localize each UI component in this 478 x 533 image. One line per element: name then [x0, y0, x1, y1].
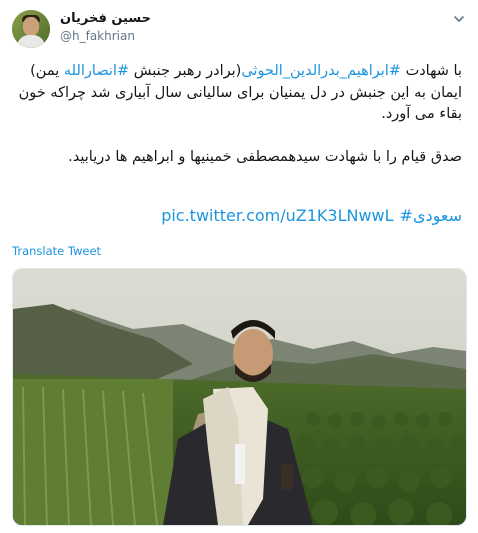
photo-image: [13, 269, 466, 525]
tweet-photo[interactable]: [12, 268, 467, 526]
chevron-down-icon[interactable]: [452, 12, 466, 26]
media-link[interactable]: pic.twitter.com/uZ1K3LNwwL: [161, 206, 393, 225]
hashtag-link[interactable]: #ابراهیم_بدرالدین_الحوثی: [241, 63, 401, 79]
tweet-text-segment: (برادر رهبر جنبش: [129, 63, 242, 79]
translate-tweet-link[interactable]: Translate Tweet: [12, 244, 101, 258]
tweet-text: با شهادت #ابراهیم_بدرالدین_الحوثی(برادر …: [14, 61, 462, 168]
hashtag-link[interactable]: #انصارالله: [64, 63, 129, 79]
author-handle[interactable]: @h_fakhrian: [60, 29, 135, 43]
tweet-card: حسین فخریان @h_fakhrian با شهادت #ابراهی…: [0, 0, 478, 533]
tweet-paragraph: صدق قیام را با شهادت سیدهمصطفی خمینیها و…: [68, 148, 462, 165]
author-name[interactable]: حسین فخریان: [60, 11, 151, 26]
hashtag-link[interactable]: #سعودی: [400, 206, 462, 225]
tweet-text-segment: با شهادت: [400, 63, 462, 79]
avatar[interactable]: [12, 10, 50, 48]
link-row: pic.twitter.com/uZ1K3LNwwL #سعودی: [161, 206, 462, 225]
